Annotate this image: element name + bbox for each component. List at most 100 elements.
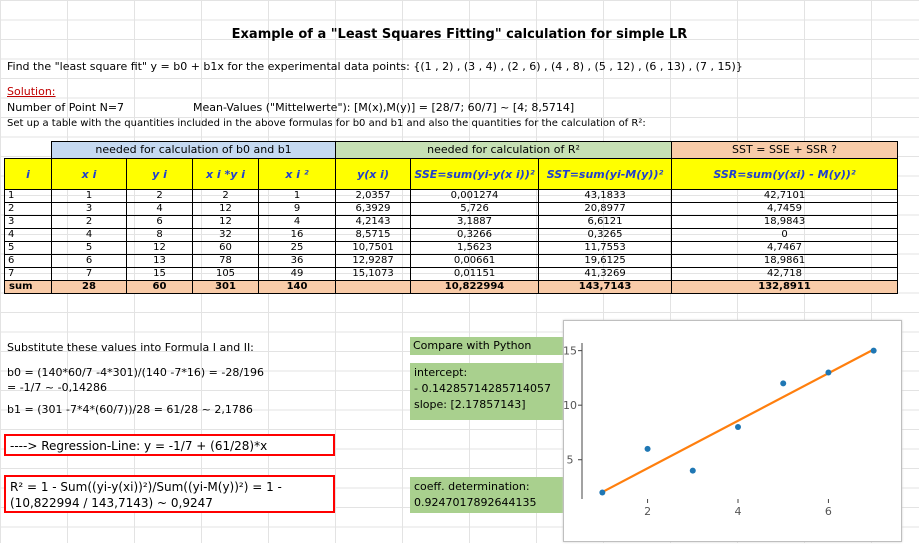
table-cell: 6 bbox=[126, 215, 193, 229]
table-cell: 0,3266 bbox=[410, 228, 540, 242]
r-squared-formula: R² = 1 - Sum((yi-y(xi))²)/Sum((yi-M(y))²… bbox=[10, 480, 282, 494]
table-cell: 0,3265 bbox=[538, 228, 673, 242]
table-cell: 20,8977 bbox=[538, 202, 673, 216]
table-cell: 13 bbox=[126, 254, 193, 268]
table-row: 1 1 2 2 1 2,0357 0,001274 43,1833 42,7101 bbox=[4, 189, 899, 203]
coeff-value: 0.9247017892644135 bbox=[414, 496, 537, 509]
regression-fit-line bbox=[601, 348, 875, 494]
table-cell: 3 bbox=[51, 202, 127, 216]
table-cell: 42,718 bbox=[671, 267, 899, 281]
table-cell: 6 bbox=[4, 254, 52, 268]
table-cell: 15,1073 bbox=[335, 267, 412, 281]
sum-cell: 301 bbox=[192, 280, 259, 294]
regression-line-box: ----> Regression-Line: y = -1/7 + (61/28… bbox=[4, 434, 335, 456]
table-cell: 5 bbox=[51, 241, 127, 255]
group-header-r: needed for calculation of R² bbox=[335, 141, 673, 159]
table-cell: 43,1833 bbox=[538, 189, 673, 203]
table-cell: 41,3269 bbox=[538, 267, 673, 281]
table-cell: 0 bbox=[671, 228, 899, 242]
intercept-value: - 0.14285714285714057 bbox=[414, 382, 551, 395]
group-header-b: needed for calculation of b0 and b1 bbox=[50, 141, 337, 159]
data-point bbox=[689, 467, 696, 474]
table-cell: 16 bbox=[257, 228, 337, 242]
slope-value: slope: [2.17857143] bbox=[414, 398, 526, 411]
table-cell: 1 bbox=[51, 189, 127, 203]
table-cell: 15 bbox=[126, 267, 193, 281]
least-squares-table: needed for calculation of b0 and b1 need… bbox=[4, 141, 899, 294]
table-cell: 2,0357 bbox=[335, 189, 412, 203]
table-cell: 105 bbox=[192, 267, 259, 281]
r-squared-box: R² = 1 - Sum((yi-y(xi))²)/Sum((yi-M(y))²… bbox=[4, 475, 335, 513]
table-cell: 10,7501 bbox=[335, 241, 412, 255]
b0-formula: b0 = (140*60/7 -4*301)/(140 -7*16) = -28… bbox=[7, 366, 265, 379]
regression-chart-svg: 5 10 15 2 4 6 bbox=[563, 343, 877, 518]
x-tick-label: 2 bbox=[644, 505, 651, 518]
table-cell: 2 bbox=[126, 189, 193, 203]
table-cell: 78 bbox=[192, 254, 259, 268]
table-cell: 8 bbox=[126, 228, 193, 242]
column-header: x i ² bbox=[257, 158, 337, 190]
column-header: SSE=sum(yi-y(x i))² bbox=[410, 158, 540, 190]
b0-result: = -1/7 ~ -0,14286 bbox=[7, 381, 108, 394]
data-point bbox=[780, 380, 787, 387]
regression-line: ----> Regression-Line: y = -1/7 + (61/28… bbox=[10, 439, 268, 453]
table-cell: 8,5715 bbox=[335, 228, 412, 242]
setup-text: Set up a table with the quantities inclu… bbox=[7, 118, 646, 129]
data-point bbox=[735, 424, 741, 430]
table-cell: 5,726 bbox=[410, 202, 540, 216]
table-cell: 2 bbox=[192, 189, 259, 203]
table-cell: 4 bbox=[257, 215, 337, 229]
table-cell: 4,7467 bbox=[671, 241, 899, 255]
sum-cell: 28 bbox=[51, 280, 127, 294]
table-cell: 12 bbox=[126, 241, 193, 255]
data-point bbox=[870, 347, 877, 354]
column-header: x i bbox=[51, 158, 127, 190]
table-cell: 32 bbox=[192, 228, 259, 242]
sum-cell: sum bbox=[4, 280, 52, 294]
table-row: 6 6 13 78 36 12,9287 0,00661 19,6125 18,9861 bbox=[4, 254, 899, 268]
table-cell: 12 bbox=[192, 202, 259, 216]
table-cell: 7 bbox=[51, 267, 127, 281]
sum-row: sum 28 60 301 140 10,822994 143,7143 132,8911 bbox=[4, 280, 899, 294]
python-intercept-slope: intercept: - 0.14285714285714057 slope: … bbox=[410, 363, 563, 420]
table-cell: 1 bbox=[257, 189, 337, 203]
x-tick-label: 4 bbox=[735, 505, 742, 518]
sum-cell: 60 bbox=[126, 280, 193, 294]
table-cell: 4,2143 bbox=[335, 215, 412, 229]
table-cell: 6 bbox=[51, 254, 127, 268]
column-header: i bbox=[4, 158, 52, 190]
column-header: SSR=sum(y(xi) - M(y))² bbox=[671, 158, 899, 190]
table-cell: 12,9287 bbox=[335, 254, 412, 268]
table-cell: 3 bbox=[4, 215, 52, 229]
number-of-points: Number of Point N=7 bbox=[7, 101, 125, 114]
table-cell: 42,7101 bbox=[671, 189, 899, 203]
compare-python-label: Compare with Python bbox=[410, 337, 563, 355]
table-cell: 4 bbox=[4, 228, 52, 242]
table-cell: 6,6121 bbox=[538, 215, 673, 229]
y-tick-label: 15 bbox=[564, 345, 577, 358]
table-cell: 1 bbox=[4, 189, 52, 203]
table-cell: 12 bbox=[192, 215, 259, 229]
table-cell: 0,01151 bbox=[410, 267, 540, 281]
sum-cell bbox=[335, 280, 412, 294]
substitute-text: Substitute these values into Formula I a… bbox=[7, 341, 254, 354]
data-point bbox=[644, 445, 651, 452]
regression-chart: 5 10 15 2 4 6 bbox=[563, 320, 902, 542]
sum-cell: 143,7143 bbox=[538, 280, 673, 294]
table-row: 2 3 4 12 9 6,3929 5,726 20,8977 4,7459 bbox=[4, 202, 899, 216]
data-point bbox=[599, 489, 606, 496]
page-title: Example of a "Least Squares Fitting" cal… bbox=[231, 27, 688, 42]
sum-cell: 140 bbox=[257, 280, 337, 294]
table-cell: 1,5623 bbox=[410, 241, 540, 255]
column-header: SST=sum(yi-M(y))² bbox=[538, 158, 673, 190]
table-cell: 11,7553 bbox=[538, 241, 673, 255]
table-cell: 4 bbox=[51, 228, 127, 242]
column-header: x i *y i bbox=[192, 158, 259, 190]
table-row: 4 4 8 32 16 8,5715 0,3266 0,3265 0 bbox=[4, 228, 899, 242]
intercept-label: intercept: bbox=[414, 366, 468, 379]
table-cell: 0,001274 bbox=[410, 189, 540, 203]
table-cell: 18,9861 bbox=[671, 254, 899, 268]
column-header: y i bbox=[126, 158, 193, 190]
r-squared-result: (10,822994 / 143,7143) ~ 0,9247 bbox=[10, 496, 213, 510]
table-cell: 6,3929 bbox=[335, 202, 412, 216]
